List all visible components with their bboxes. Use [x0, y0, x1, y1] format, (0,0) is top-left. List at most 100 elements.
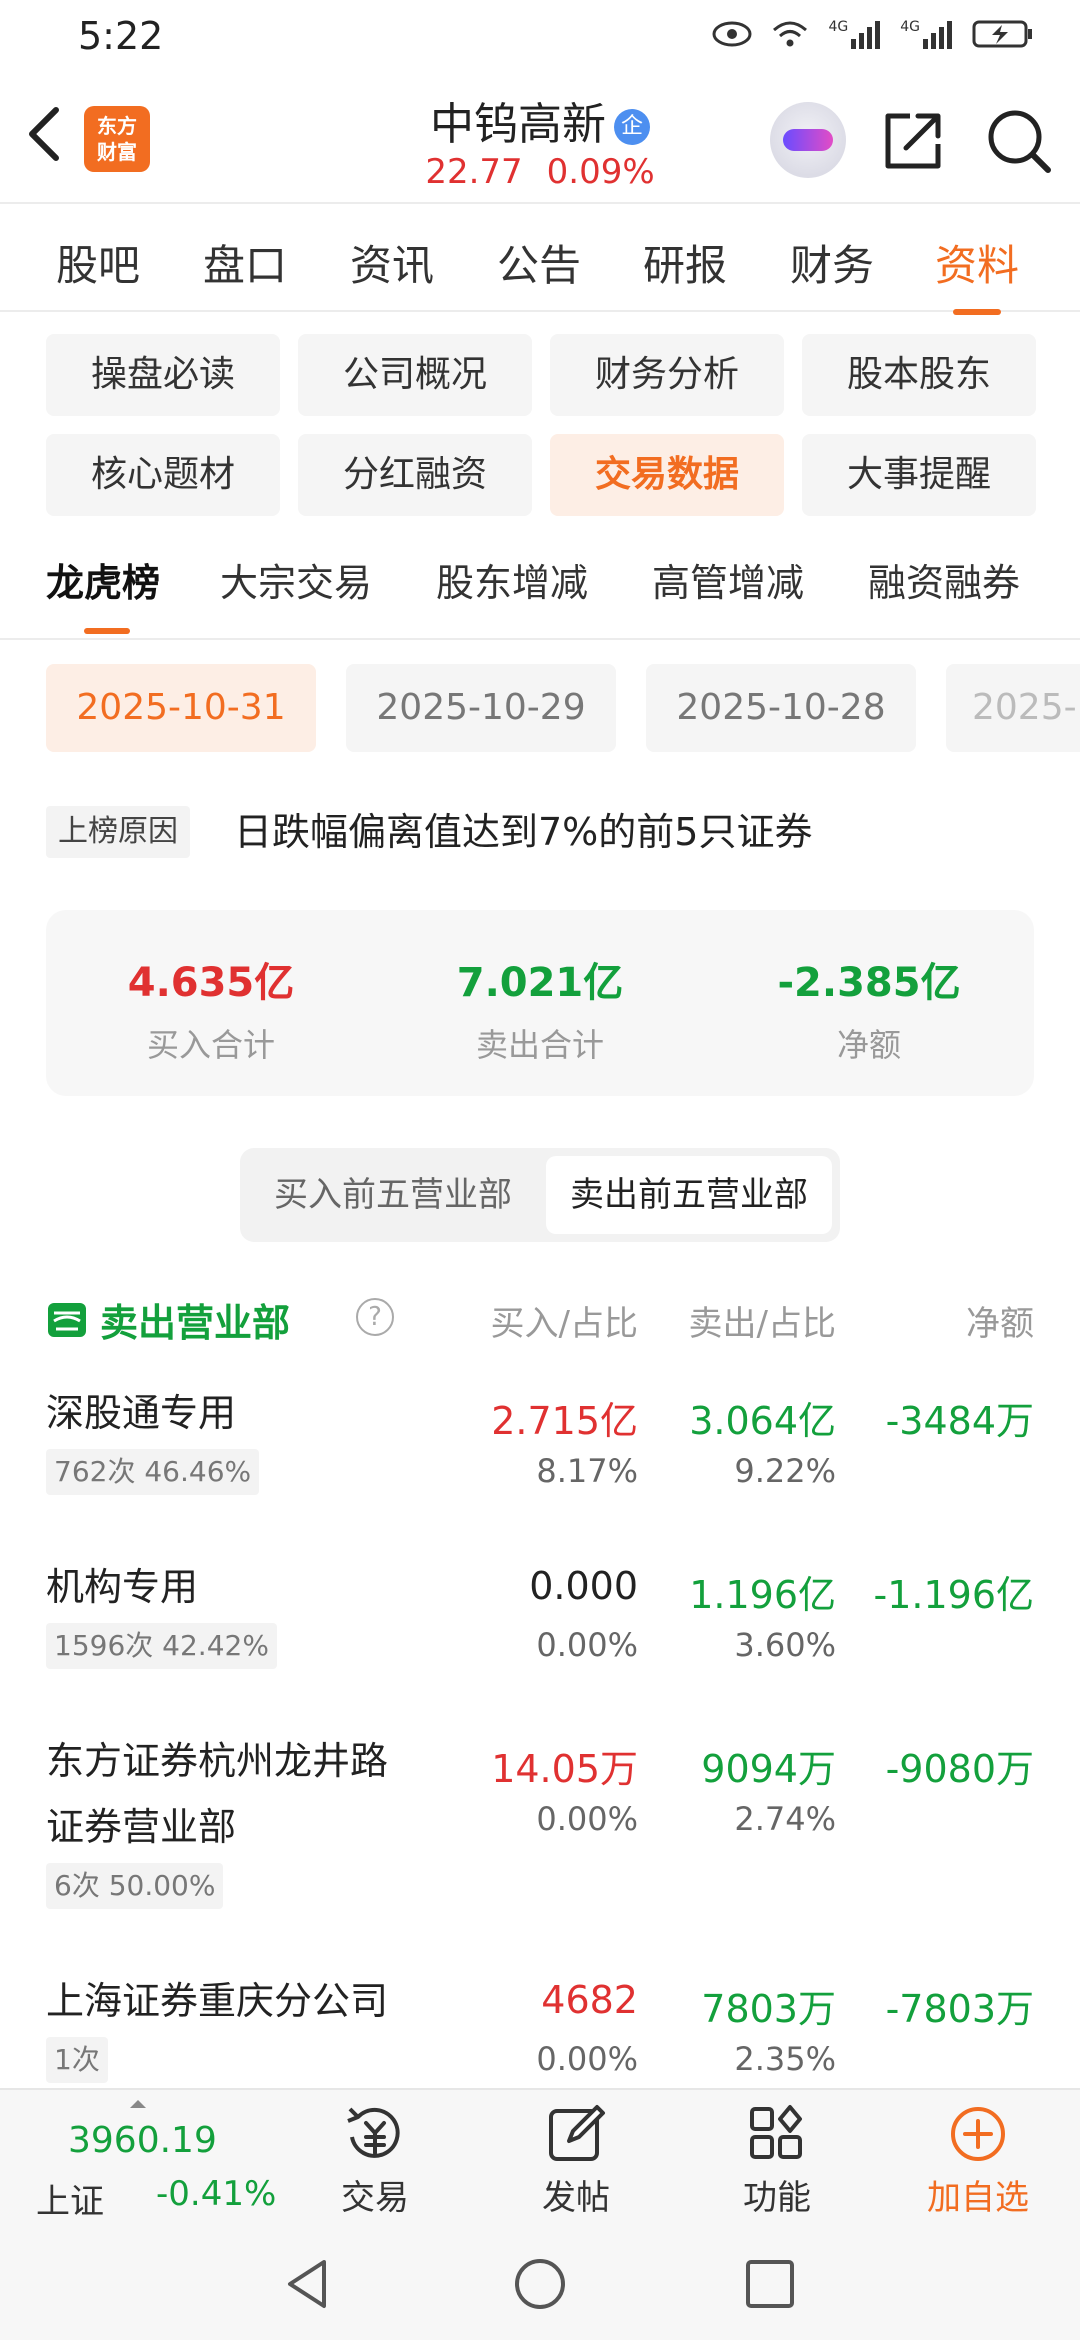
segment-sell-top5[interactable]: 卖出前五营业部 [546, 1156, 832, 1234]
nav-function[interactable]: 功能 [707, 2100, 847, 2219]
header: 东方 财富 中钨高新企 22.77 0.09% [0, 74, 1080, 204]
nav-function-label: 功能 [743, 2178, 811, 2218]
sell-total: 7.021亿 [456, 960, 624, 1006]
caret-up-icon [130, 2100, 146, 2108]
subgrid-must-read[interactable]: 操盘必读 [46, 334, 280, 416]
row-meta: 6次 50.00% [46, 1863, 224, 1909]
robot-visor-icon [783, 129, 833, 151]
summary-buy: 4.635亿 买入合计 [46, 950, 376, 1066]
row-sell-pct: 2.35% [734, 2040, 836, 2078]
battery-icon [972, 20, 1032, 48]
row-sell-pct: 9.22% [734, 1452, 836, 1490]
net-total-label: 净额 [836, 1026, 901, 1064]
nav-home-icon[interactable] [512, 2256, 568, 2312]
row-sell-pct: 3.60% [734, 1626, 836, 1664]
row-sell-pct: 2.74% [734, 1800, 836, 1838]
subgrid-core-themes[interactable]: 核心题材 [46, 434, 280, 516]
search-icon [988, 110, 1051, 173]
section-title-text: 卖出营业部 [100, 1301, 291, 1345]
tab-dragon-tiger-list[interactable]: 龙虎榜 [46, 552, 160, 607]
network-label-2: 4G [900, 19, 920, 35]
tab-margin-trading[interactable]: 融资融券 [868, 552, 1020, 607]
trade-icon [347, 2107, 400, 2158]
tab-news[interactable]: 资讯 [350, 232, 434, 293]
row-name: 机构专用 [46, 1565, 199, 1609]
summary-net: -2.385亿 净额 [704, 950, 1034, 1066]
nav-add-watchlist[interactable]: 加自选 [908, 2100, 1048, 2219]
stock-price: 22.77 [425, 152, 523, 192]
status-bar: 5:22 4G 4G [0, 0, 1080, 74]
index-name: 上证 [36, 2182, 104, 2222]
date-chip[interactable]: 2025-10-29 [346, 664, 616, 752]
date-chip[interactable]: 2025-10-27 [946, 664, 1080, 752]
reason-text: 日跌幅偏离值达到7%的前5只证券 [234, 810, 813, 854]
nav-post[interactable]: 发帖 [506, 2100, 646, 2219]
row-buy-pct: 0.00% [536, 2040, 638, 2078]
wifi-icon [773, 21, 808, 47]
subgrid-shareholders[interactable]: 股本股东 [802, 334, 1036, 416]
tab-profile[interactable]: 资料 [935, 232, 1019, 315]
row-buy: 2.715亿 [491, 1399, 638, 1443]
section-title: 卖出营业部 [46, 1292, 290, 1347]
search-button[interactable] [984, 106, 1054, 176]
date-chip[interactable]: 2025-10-31 [46, 664, 316, 752]
row-meta: 762次 46.46% [46, 1449, 260, 1495]
index-change-pct: -0.41% [156, 2174, 277, 2214]
share-button[interactable] [880, 108, 946, 174]
tab-guba[interactable]: 股吧 [56, 232, 140, 293]
tab-announcements[interactable]: 公告 [497, 232, 581, 293]
date-chip[interactable]: 2025-10-28 [646, 664, 916, 752]
row-net: -9080万 [885, 1747, 1034, 1791]
row-name: 上海证券重庆分公司 [46, 1979, 389, 2023]
segment-buy-top5[interactable]: 买入前五营业部 [248, 1156, 538, 1234]
tab-pankou[interactable]: 盘口 [203, 232, 287, 293]
main-tabs: 股吧 盘口 资讯 公告 研报 财务 资料 [0, 206, 1080, 315]
plus-circle-icon [951, 2107, 1005, 2161]
signal-icon-1: 4G [828, 19, 882, 49]
signal-icon-2: 4G [900, 19, 954, 49]
tab-holder-changes[interactable]: 股东增减 [436, 552, 588, 607]
summary-card: 4.635亿 买入合计 7.021亿 卖出合计 -2.385亿 净额 [46, 910, 1034, 1096]
subgrid-company-overview[interactable]: 公司概况 [298, 334, 532, 416]
buy-total: 4.635亿 [127, 960, 295, 1006]
bottom-bar: 3960.19 上证 -0.41% 交易 发帖 功能 加自选 [0, 2088, 1080, 2226]
stock-change-pct: 0.09% [546, 152, 655, 192]
sell-total-label: 卖出合计 [475, 1026, 604, 1064]
ai-assistant-avatar[interactable] [770, 102, 846, 178]
eye-icon [712, 21, 752, 47]
nav-recents-icon[interactable] [742, 2256, 798, 2312]
row-buy: 0.000 [529, 1564, 638, 1608]
nav-trade[interactable]: 交易 [305, 2100, 445, 2219]
system-nav-bar [0, 2226, 1080, 2340]
subgrid-dividends[interactable]: 分红融资 [298, 434, 532, 516]
summary-sell: 7.021亿 卖出合计 [375, 950, 705, 1066]
divider [0, 638, 1080, 640]
col-header-net: 净额 [966, 1304, 1034, 1344]
buy-total-label: 买入合计 [146, 1026, 275, 1064]
tab-executive-changes[interactable]: 高管增减 [652, 552, 804, 607]
seat-icon [48, 1302, 86, 1337]
subgrid-financial-analysis[interactable]: 财务分析 [550, 334, 784, 416]
col-header-sell: 卖出/占比 [688, 1304, 836, 1344]
row-sell: 3.064亿 [689, 1399, 836, 1443]
network-label-1: 4G [828, 19, 849, 35]
row-buy-pct: 0.00% [536, 1800, 638, 1838]
net-total: -2.385亿 [777, 960, 961, 1006]
row-net: -7803万 [885, 1987, 1034, 2031]
tab-research[interactable]: 研报 [643, 232, 727, 293]
edit-icon [549, 2105, 605, 2161]
nav-back-icon[interactable] [280, 2256, 336, 2312]
grid-icon [750, 2105, 802, 2159]
row-name: 深股通专用 [46, 1391, 237, 1435]
row-buy: 14.05万 [491, 1747, 638, 1791]
col-header-buy: 买入/占比 [490, 1304, 638, 1344]
tab-finance[interactable]: 财务 [790, 232, 874, 293]
help-icon[interactable]: ? [356, 1298, 394, 1336]
row-net: -1.196亿 [873, 1573, 1035, 1617]
tab-indicator [84, 628, 130, 634]
share-icon [885, 113, 941, 169]
status-time: 5:22 [78, 14, 164, 58]
tab-block-trades[interactable]: 大宗交易 [220, 552, 372, 607]
subgrid-event-reminders[interactable]: 大事提醒 [802, 434, 1036, 516]
subgrid-trading-data[interactable]: 交易数据 [550, 434, 784, 516]
